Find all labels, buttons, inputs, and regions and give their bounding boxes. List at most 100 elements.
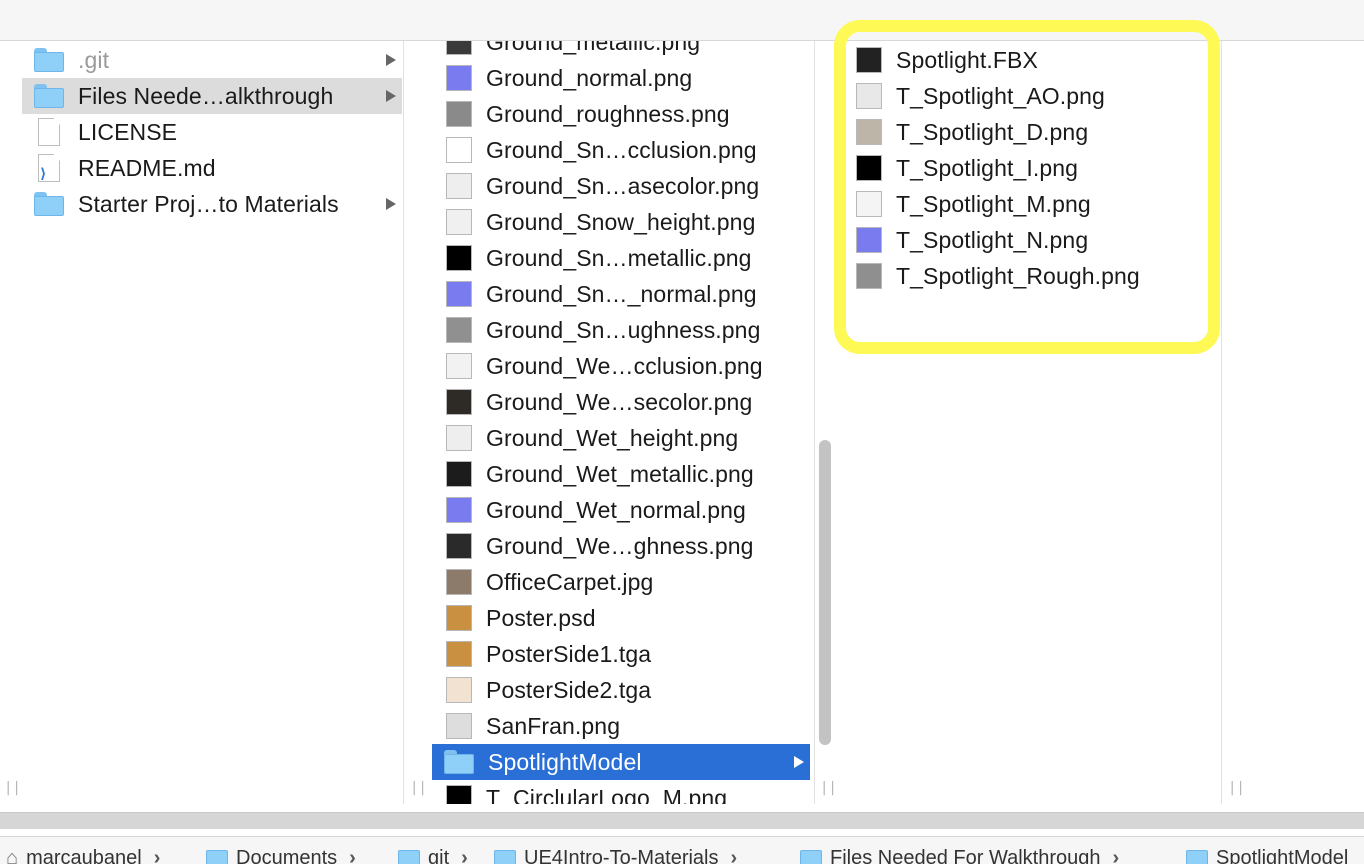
folder-icon xyxy=(34,48,64,72)
column2-list-item[interactable]: Ground_Wet_height.png xyxy=(432,420,810,456)
file-thumbnail-icon xyxy=(446,101,472,127)
column2-list-item[interactable]: SanFran.png xyxy=(432,708,810,744)
path-crumb[interactable]: SpotlightModel xyxy=(1186,847,1348,864)
vertical-scrollbar[interactable] xyxy=(819,440,831,745)
folder-icon xyxy=(34,84,64,108)
column3-list-item[interactable]: Spotlight.FBX xyxy=(842,42,1220,78)
chevron-right-icon: › xyxy=(154,847,161,864)
column3-list-item[interactable]: T_Spotlight_N.png xyxy=(842,222,1220,258)
file-thumbnail-icon xyxy=(446,497,472,523)
disclosure-arrow-icon xyxy=(794,756,804,768)
file-thumbnail-icon xyxy=(446,41,472,55)
chevron-right-icon: › xyxy=(349,847,356,864)
list-item-files-needed[interactable]: Files Neede…alkthrough xyxy=(22,78,402,114)
item-label: Ground_Wet_normal.png xyxy=(486,497,746,524)
file-thumbnail-icon xyxy=(856,155,882,181)
column2-list-item[interactable]: Poster.psd xyxy=(432,600,810,636)
item-label: OfficeCarpet.jpg xyxy=(486,569,653,596)
chevron-right-icon: › xyxy=(731,847,738,864)
folder-icon xyxy=(206,850,228,864)
column2-list-item[interactable]: Ground_Sn…ughness.png xyxy=(432,312,810,348)
file-thumbnail-icon xyxy=(446,137,472,163)
column3-list-item[interactable]: T_Spotlight_AO.png xyxy=(842,78,1220,114)
document-icon xyxy=(38,118,60,146)
column2-list-item[interactable]: Ground_We…secolor.png xyxy=(432,384,810,420)
folder-icon xyxy=(494,850,516,864)
column2-list-item[interactable]: Ground_Wet_normal.png xyxy=(432,492,810,528)
column3-list-item[interactable]: T_Spotlight_D.png xyxy=(842,114,1220,150)
file-thumbnail-icon xyxy=(446,785,472,804)
vscode-document-icon: ⟩ xyxy=(38,154,60,182)
item-label: T_Spotlight_M.png xyxy=(896,191,1091,218)
item-label: Ground_metallic.png xyxy=(486,41,700,56)
column2-list-item[interactable]: OfficeCarpet.jpg xyxy=(432,564,810,600)
item-label: T_CirclularLogo_M.png xyxy=(486,785,727,805)
column2-list-item[interactable]: PosterSide2.tga xyxy=(432,672,810,708)
item-label: Ground_Sn…asecolor.png xyxy=(486,173,759,200)
item-label: Ground_We…ghness.png xyxy=(486,533,754,560)
item-label: Ground_Snow_height.png xyxy=(486,209,755,236)
column2-list-item[interactable]: Ground_We…ghness.png xyxy=(432,528,810,564)
column2-list-item[interactable]: Ground_Sn…asecolor.png xyxy=(432,168,810,204)
file-thumbnail-icon xyxy=(446,713,472,739)
item-label: LICENSE xyxy=(78,119,177,146)
column2-list-item[interactable]: Ground_Sn…metallic.png xyxy=(432,240,810,276)
item-label: Ground_Wet_height.png xyxy=(486,425,738,452)
path-bar: ⌂marcaubanel› Documents› git› UE4Intro-To-M… xyxy=(0,836,1364,864)
file-thumbnail-icon xyxy=(856,191,882,217)
file-thumbnail-icon xyxy=(856,47,882,73)
column2-list-item[interactable]: Ground_Sn…cclusion.png xyxy=(432,132,810,168)
column2-list-item[interactable]: SpotlightModel xyxy=(432,744,810,780)
horizontal-scrollbar[interactable] xyxy=(0,812,1364,829)
file-thumbnail-icon xyxy=(446,533,472,559)
path-crumb-label: Files Needed For Walkthrough xyxy=(830,847,1101,864)
file-thumbnail-icon xyxy=(446,569,472,595)
item-label: Ground_roughness.png xyxy=(486,101,730,128)
column3-list-item[interactable]: T_Spotlight_M.png xyxy=(842,186,1220,222)
list-item-git[interactable]: .git xyxy=(22,42,402,78)
list-item-starter-project[interactable]: Starter Proj…to Materials xyxy=(22,186,402,222)
column2-list-item[interactable]: Ground_Sn…_normal.png xyxy=(432,276,810,312)
path-crumb[interactable]: UE4Intro-To-Materials› xyxy=(494,847,737,864)
column3-list-item[interactable]: T_Spotlight_Rough.png xyxy=(842,258,1220,294)
item-label: Starter Proj…to Materials xyxy=(78,191,339,218)
file-thumbnail-icon xyxy=(446,173,472,199)
finder-toolbar xyxy=(0,0,1364,41)
file-thumbnail-icon xyxy=(856,119,882,145)
column-2: Ground_metallic.png Ground_normal.png Grou… xyxy=(432,41,810,804)
column2-list-item[interactable]: Ground_normal.png xyxy=(432,60,810,96)
list-item-license[interactable]: LICENSE xyxy=(22,114,402,150)
item-label: Ground_We…cclusion.png xyxy=(486,353,763,380)
item-label: Ground_Wet_metallic.png xyxy=(486,461,754,488)
file-thumbnail-icon xyxy=(446,65,472,91)
column2-list-item[interactable]: Ground_metallic.png xyxy=(432,41,810,60)
path-crumb[interactable]: git› xyxy=(398,847,468,864)
item-label: .git xyxy=(78,47,109,74)
column-3: Spotlight.FBXT_Spotlight_AO.pngT_Spotlig… xyxy=(842,41,1220,804)
file-thumbnail-icon xyxy=(446,641,472,667)
column2-list-item[interactable]: Ground_We…cclusion.png xyxy=(432,348,810,384)
column2-list-item[interactable]: Ground_Snow_height.png xyxy=(432,204,810,240)
column2-list-item[interactable]: PosterSide1.tga xyxy=(432,636,810,672)
path-crumb[interactable]: Files Needed For Walkthrough› xyxy=(800,847,1119,864)
disclosure-arrow-icon xyxy=(386,90,396,102)
column2-list-item[interactable]: Ground_roughness.png xyxy=(432,96,810,132)
path-crumb[interactable]: ⌂marcaubanel› xyxy=(6,847,160,864)
item-label: PosterSide1.tga xyxy=(486,641,651,668)
file-thumbnail-icon xyxy=(446,389,472,415)
list-item-readme[interactable]: ⟩ README.md xyxy=(22,150,402,186)
path-crumb[interactable]: Documents› xyxy=(206,847,356,864)
column-1: .git Files Neede…alkthrough LICENSE ⟩ RE… xyxy=(22,41,402,804)
folder-icon xyxy=(800,850,822,864)
column2-list-item[interactable]: T_CirclularLogo_M.png xyxy=(432,780,810,804)
column2-list-item[interactable]: Ground_Wet_metallic.png xyxy=(432,456,810,492)
file-thumbnail-icon xyxy=(446,677,472,703)
item-label: T_Spotlight_I.png xyxy=(896,155,1078,182)
item-label: Ground_Sn…cclusion.png xyxy=(486,137,757,164)
column3-list-item[interactable]: T_Spotlight_I.png xyxy=(842,150,1220,186)
item-label: Ground_normal.png xyxy=(486,65,692,92)
file-thumbnail-icon xyxy=(446,605,472,631)
item-label: Spotlight.FBX xyxy=(896,47,1038,74)
item-label: Ground_Sn…_normal.png xyxy=(486,281,757,308)
folder-icon xyxy=(1186,850,1208,864)
